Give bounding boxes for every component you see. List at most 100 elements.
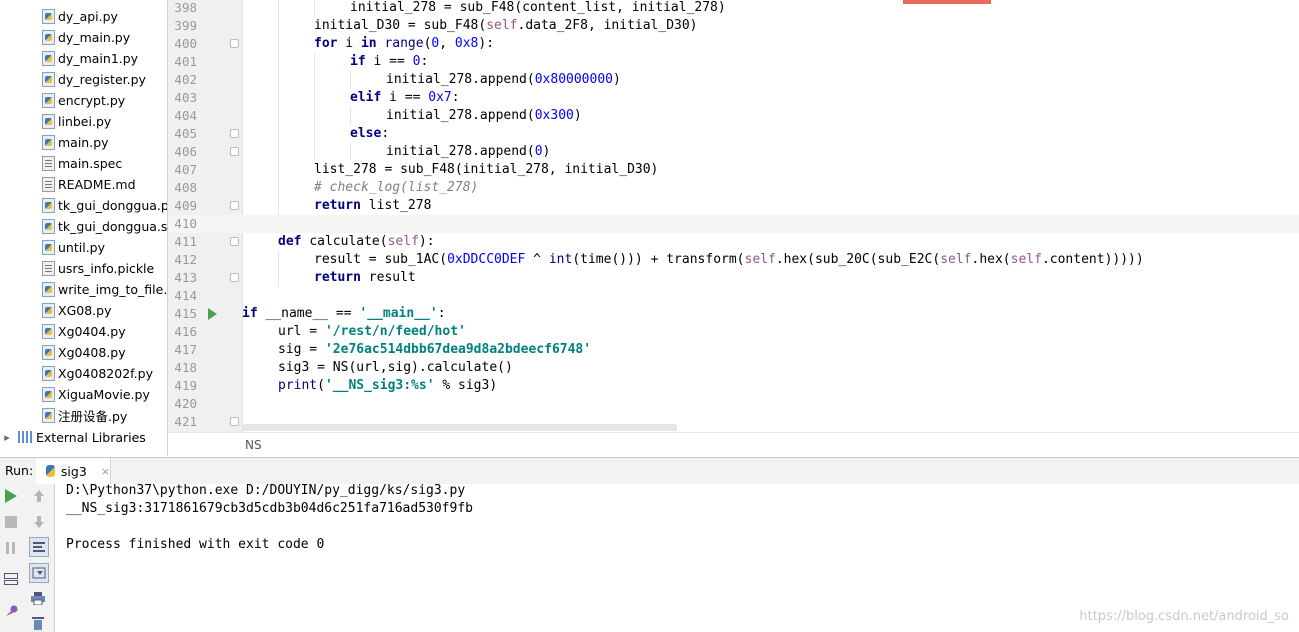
expand-arrow-icon[interactable]: ▸ xyxy=(2,431,12,444)
fold-marker-icon[interactable] xyxy=(230,147,239,156)
file-item[interactable]: usrs_info.pickle xyxy=(42,258,154,279)
python-file-icon xyxy=(42,30,55,45)
code-text: initial_278.append(0x80000000) xyxy=(386,72,621,87)
file-item[interactable]: 注册设备.py xyxy=(42,405,127,426)
close-icon[interactable]: × xyxy=(101,465,110,478)
file-item[interactable]: README.md xyxy=(42,174,136,195)
pin-icon[interactable] xyxy=(2,602,20,620)
code-line[interactable]: 401 if i == 0: xyxy=(168,53,1299,71)
soft-wrap-icon[interactable] xyxy=(29,537,49,557)
file-item[interactable]: linbei.py xyxy=(42,111,111,132)
run-label: Run: xyxy=(5,463,34,478)
indent-guide xyxy=(278,107,279,125)
file-item[interactable]: XiguaMovie.py xyxy=(42,384,150,405)
fold-marker-icon[interactable] xyxy=(230,129,239,138)
code-line[interactable]: 409 return list_278 xyxy=(168,197,1299,215)
code-line[interactable]: 403 elif i == 0x7: xyxy=(168,89,1299,107)
code-line[interactable]: 407 list_278 = sub_F48(initial_278, initi… xyxy=(168,161,1299,179)
code-line[interactable]: 405 else: xyxy=(168,125,1299,143)
breadcrumb[interactable]: NS xyxy=(168,432,1299,457)
code-line[interactable]: 406 initial_278.append(0) xyxy=(168,143,1299,161)
code-line[interactable]: 420 xyxy=(168,395,1299,413)
run-toolbar xyxy=(0,484,55,632)
scroll-down-icon[interactable] xyxy=(30,513,48,531)
restore-layout-icon[interactable] xyxy=(2,570,20,588)
python-file-icon xyxy=(42,345,55,360)
file-item[interactable]: dy_main1.py xyxy=(42,48,138,69)
fold-marker-icon[interactable] xyxy=(230,39,239,48)
line-number: 419 xyxy=(174,378,197,393)
code-line[interactable]: 413 return result xyxy=(168,269,1299,287)
file-item[interactable]: write_img_to_file.py xyxy=(42,279,167,300)
line-number: 412 xyxy=(174,252,197,267)
fold-marker-icon[interactable] xyxy=(230,201,239,210)
indent-guide xyxy=(350,107,351,125)
horizontal-scrollbar[interactable] xyxy=(243,424,677,431)
line-number: 405 xyxy=(174,126,197,141)
file-item[interactable]: main.spec xyxy=(42,153,122,174)
code-text: initial_278.append(0) xyxy=(386,144,551,159)
fold-marker-icon[interactable] xyxy=(230,237,239,246)
code-line[interactable]: 411 def calculate(self): xyxy=(168,233,1299,251)
code-text: result = sub_1AC(0xDDCC0DEF ^ int(time()… xyxy=(314,252,1144,267)
fold-marker-icon[interactable] xyxy=(230,273,239,282)
code-line[interactable]: 400 for i in range(0, 0x8): xyxy=(168,35,1299,53)
file-name: Xg0404.py xyxy=(58,324,126,339)
python-file-icon xyxy=(42,219,55,234)
code-line[interactable]: 408 # check_log(list_278) xyxy=(168,179,1299,197)
code-line[interactable]: 414 xyxy=(168,287,1299,305)
code-line[interactable]: 412 result = sub_1AC(0xDDCC0DEF ^ int(tim… xyxy=(168,251,1299,269)
file-item[interactable]: Xg0404.py xyxy=(42,321,126,342)
file-item[interactable]: Xg0408.py xyxy=(42,342,126,363)
python-file-icon xyxy=(42,72,55,87)
file-item[interactable]: encrypt.py xyxy=(42,90,125,111)
file-item[interactable]: XG08.py xyxy=(42,300,111,321)
file-item[interactable]: until.py xyxy=(42,237,105,258)
code-line[interactable]: 418 sig3 = NS(url,sig).calculate() xyxy=(168,359,1299,377)
external-libraries-node[interactable]: ▸ External Libraries xyxy=(2,427,146,447)
stop-icon[interactable] xyxy=(2,513,20,531)
code-line[interactable]: 416 url = '/rest/n/feed/hot' xyxy=(168,323,1299,341)
line-number: 400 xyxy=(174,36,197,51)
line-number: 401 xyxy=(174,54,197,69)
code-line[interactable]: 417 sig = '2e76ac514dbb67dea9d8a2bdeecf67… xyxy=(168,341,1299,359)
file-item[interactable]: main.py xyxy=(42,132,109,153)
print-icon[interactable] xyxy=(29,589,47,607)
indent-guide xyxy=(314,125,315,143)
file-item[interactable]: dy_register.py xyxy=(42,69,146,90)
scroll-to-end-icon[interactable] xyxy=(29,563,49,583)
line-number: 407 xyxy=(174,162,197,177)
code-line[interactable]: 398 initial_278 = sub_F48(content_list, i… xyxy=(168,0,1299,17)
file-item[interactable]: tk_gui_donggua.sp xyxy=(42,216,167,237)
code-line[interactable]: 415 if __name__ == '__main__': xyxy=(168,305,1299,323)
code-editor[interactable]: 398 initial_278 = sub_F48(content_list, i… xyxy=(168,0,1299,432)
watermark: https://blog.csdn.net/android_so xyxy=(1079,609,1289,624)
line-number: 410 xyxy=(174,216,197,231)
file-item[interactable]: tk_gui_donggua.py xyxy=(42,195,167,216)
fold-marker-icon[interactable] xyxy=(230,417,239,426)
trash-icon[interactable] xyxy=(29,614,47,632)
code-line[interactable]: 410 xyxy=(168,215,1299,233)
run-tab-sig3[interactable]: sig3 × xyxy=(36,458,111,484)
code-line[interactable]: 402 initial_278.append(0x80000000) xyxy=(168,71,1299,89)
file-item[interactable]: dy_main.py xyxy=(42,27,130,48)
file-name: dy_main.py xyxy=(58,30,131,45)
breadcrumb-class[interactable]: NS xyxy=(245,438,262,452)
rerun-icon[interactable] xyxy=(2,487,20,505)
code-line[interactable]: 419 print('__NS_sig3:%s' % sig3) xyxy=(168,377,1299,395)
line-number: 406 xyxy=(174,144,197,159)
code-text: url = '/rest/n/feed/hot' xyxy=(278,324,466,339)
scroll-up-icon[interactable] xyxy=(30,487,48,505)
file-item[interactable]: dy_api.py xyxy=(42,6,118,27)
python-file-icon xyxy=(42,9,55,24)
line-number: 417 xyxy=(174,342,197,357)
run-gutter-icon[interactable] xyxy=(208,308,217,320)
python-file-icon xyxy=(42,324,55,339)
pause-icon[interactable] xyxy=(2,539,20,557)
console-output[interactable]: D:\Python37\python.exe D:/DOUYIN/py_digg… xyxy=(55,483,1299,632)
code-line[interactable]: 404 initial_278.append(0x300) xyxy=(168,107,1299,125)
line-number: 408 xyxy=(174,180,197,195)
file-item[interactable]: Xg0408202f.py xyxy=(42,363,153,384)
code-line[interactable]: 399 initial_D30 = sub_F48(self.data_2F8, … xyxy=(168,17,1299,35)
python-file-icon xyxy=(42,198,55,213)
